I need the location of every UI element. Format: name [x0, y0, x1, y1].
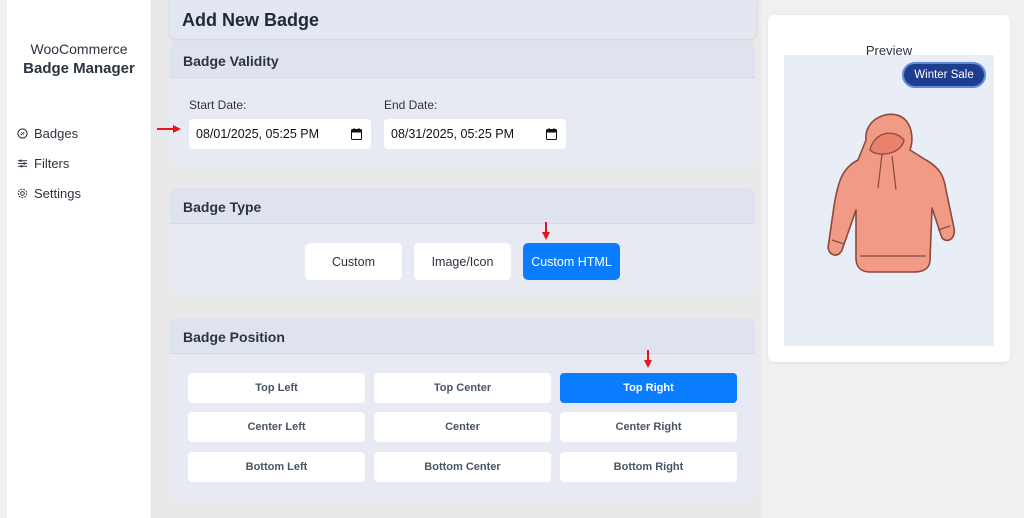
sidebar-item-badges[interactable]: Badges	[17, 118, 81, 148]
badge-validity-card: Badge Validity	[170, 42, 755, 169]
position-bottom-center-button[interactable]: Bottom Center	[374, 452, 551, 482]
position-center-button[interactable]: Center	[374, 412, 551, 442]
sidebar-nav: Badges Filters Settings	[17, 118, 81, 208]
position-bottom-right-button[interactable]: Bottom Right	[560, 452, 737, 482]
sidebar-item-label: Filters	[34, 155, 70, 171]
position-center-left-button[interactable]: Center Left	[188, 412, 365, 442]
preview-badge: Winter Sale	[902, 62, 986, 88]
gear-icon	[17, 188, 28, 198]
product-image: Winter Sale	[784, 55, 994, 346]
end-date-label: End Date:	[384, 98, 438, 112]
start-date-label: Start Date:	[189, 98, 247, 112]
badge-position-heading: Badge Position	[170, 318, 755, 354]
badge-icon	[17, 127, 28, 139]
annotation-arrow-icon	[157, 125, 181, 133]
badge-validity-heading: Badge Validity	[170, 42, 755, 78]
end-date-value: 08/31/2025, 05:25 PM	[391, 127, 515, 141]
filters-icon	[17, 159, 28, 167]
sidebar-item-settings[interactable]: Settings	[17, 178, 81, 208]
position-top-center-button[interactable]: Top Center	[374, 373, 551, 403]
brand-line-2: Badge Manager	[23, 60, 135, 77]
page-header: Add New Badge	[170, 0, 756, 39]
brand: WooCommerce Badge Manager	[7, 41, 151, 77]
start-date-input[interactable]: 08/01/2025, 05:25 PM	[189, 119, 371, 149]
annotation-arrow-icon	[644, 350, 652, 368]
badge-type-image-icon-button[interactable]: Image/Icon	[414, 243, 511, 280]
start-date-value: 08/01/2025, 05:25 PM	[196, 127, 320, 141]
end-date-input[interactable]: 08/31/2025, 05:25 PM	[384, 119, 566, 149]
position-top-right-button[interactable]: Top Right	[560, 373, 737, 403]
badge-type-heading: Badge Type	[170, 188, 755, 224]
position-bottom-left-button[interactable]: Bottom Left	[188, 452, 365, 482]
calendar-icon[interactable]	[546, 128, 557, 140]
hoodie-illustration	[827, 113, 956, 273]
badge-type-custom-html-button[interactable]: Custom HTML	[523, 243, 620, 280]
position-top-left-button[interactable]: Top Left	[188, 373, 365, 403]
annotation-arrow-icon	[542, 222, 550, 240]
preview-panel: Preview Winter Sale	[768, 15, 1010, 362]
sidebar-item-filters[interactable]: Filters	[17, 148, 81, 178]
position-center-right-button[interactable]: Center Right	[560, 412, 737, 442]
sidebar-item-label: Settings	[34, 185, 81, 201]
brand-line-1: WooCommerce	[30, 41, 128, 57]
sidebar: WooCommerce Badge Manager Badges Filters…	[7, 0, 151, 518]
badge-type-custom-button[interactable]: Custom	[305, 243, 402, 280]
calendar-icon[interactable]	[351, 128, 362, 140]
page-title: Add New Badge	[182, 10, 320, 30]
sidebar-item-label: Badges	[34, 125, 79, 141]
